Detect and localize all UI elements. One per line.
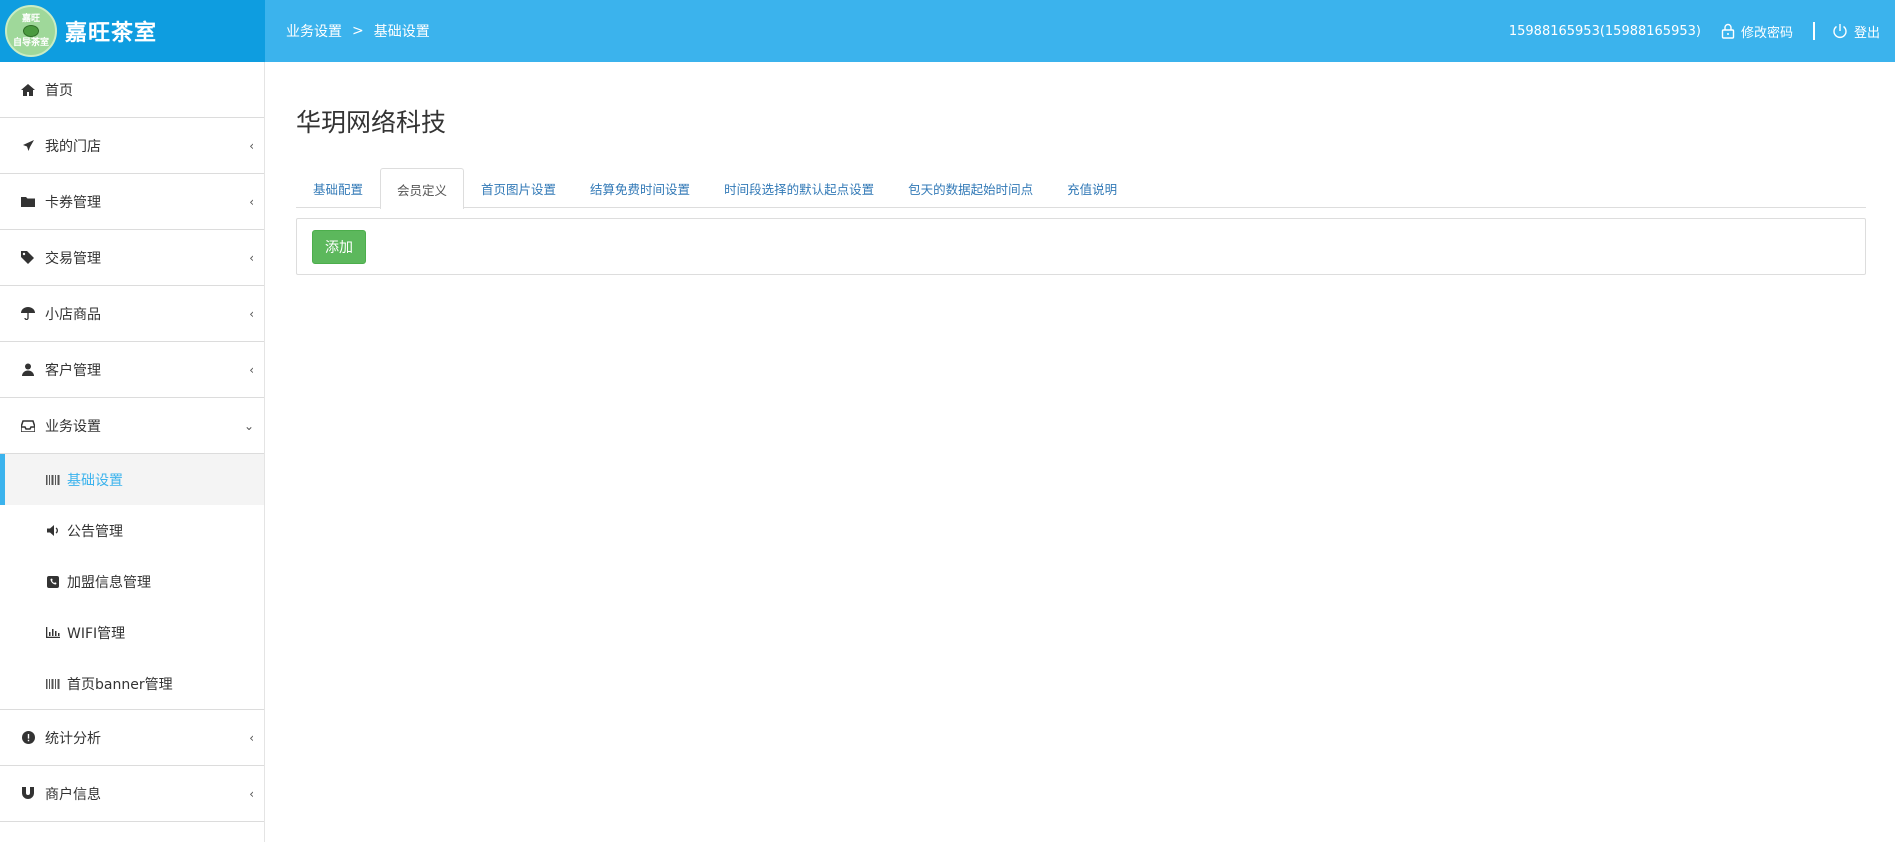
chevron-left-icon: ‹ xyxy=(249,138,254,153)
topbar-divider xyxy=(1812,22,1815,40)
sidebar-item-merchant-info[interactable]: 商户信息 ‹ xyxy=(0,766,264,822)
tab-daily-package-start[interactable]: 包天的数据起始时间点 xyxy=(891,168,1050,208)
sidebar-item-label: 小店商品 xyxy=(45,306,101,323)
plane-icon xyxy=(17,139,39,152)
logo-line-2: 自导茶室 xyxy=(12,38,49,48)
volume-icon xyxy=(45,525,61,536)
change-password-link[interactable]: 修改密码 xyxy=(1721,22,1793,41)
lock-icon xyxy=(1721,23,1735,39)
barcode-icon xyxy=(45,474,61,485)
tab-homepage-images[interactable]: 首页图片设置 xyxy=(464,168,573,208)
chevron-left-icon: ‹ xyxy=(249,362,254,377)
chevron-down-icon: ⌄ xyxy=(243,418,254,433)
folder-icon xyxy=(17,196,39,207)
sidebar-item-label: 业务设置 xyxy=(45,418,101,435)
sidebar-item-coupons[interactable]: 卡券管理 ‹ xyxy=(0,174,264,230)
logout-label: 登出 xyxy=(1853,25,1880,41)
sidebar-item-stores[interactable]: 我的门店 ‹ xyxy=(0,118,264,174)
chevron-left-icon: ‹ xyxy=(249,250,254,265)
sidebar-submenu: 基础设置 公告管理 加盟信息管理 WIFI管理 首页banner管理 xyxy=(0,454,264,710)
home-icon xyxy=(17,83,39,96)
sidebar-item-label: 首页 xyxy=(45,82,73,99)
header: 嘉旺 自导茶室 嘉旺茶室 业务设置 > 基础设置 15988165953(159… xyxy=(0,0,1895,62)
breadcrumb: 业务设置 > 基础设置 xyxy=(286,21,430,41)
logout-link[interactable]: 登出 xyxy=(1832,22,1880,41)
tab-recharge-info[interactable]: 充值说明 xyxy=(1050,168,1134,208)
logo-line-1: 嘉旺 xyxy=(21,14,40,24)
magnet-icon xyxy=(17,787,39,800)
exclamation-icon xyxy=(17,731,39,744)
sidebar-item-transactions[interactable]: 交易管理 ‹ xyxy=(0,230,264,286)
sidebar-item-home[interactable]: 首页 xyxy=(0,62,264,118)
add-button[interactable]: 添加 xyxy=(312,229,366,264)
sidebar-item-label: 商户信息 xyxy=(45,786,101,803)
sidebar-subitem-wifi[interactable]: WIFI管理 xyxy=(0,607,264,658)
brand-title: 嘉旺茶室 xyxy=(65,21,158,46)
tags-icon xyxy=(17,251,39,264)
inbox-icon xyxy=(17,419,39,432)
sidebar-subitem-label: 加盟信息管理 xyxy=(67,574,151,591)
sidebar-subitem-label: 基础设置 xyxy=(67,472,123,489)
main-content: 华玥网络科技 基础配置 会员定义 首页图片设置 结算免费时间设置 时间段选择的默… xyxy=(296,62,1866,275)
umbrella-icon xyxy=(17,307,39,320)
sidebar-item-customers[interactable]: 客户管理 ‹ xyxy=(0,342,264,398)
chevron-left-icon: ‹ xyxy=(249,306,254,321)
barcode-icon xyxy=(45,678,61,689)
tab-default-start-time[interactable]: 时间段选择的默认起点设置 xyxy=(707,168,891,208)
sidebar-subitem-announcements[interactable]: 公告管理 xyxy=(0,505,264,556)
breadcrumb-separator: > xyxy=(352,23,364,39)
sidebar-item-label: 统计分析 xyxy=(45,730,101,747)
tab-free-time-settlement[interactable]: 结算免费时间设置 xyxy=(573,168,707,208)
change-password-label: 修改密码 xyxy=(1740,25,1793,41)
breadcrumb-current: 基础设置 xyxy=(373,24,430,40)
user-account[interactable]: 15988165953(15988165953) xyxy=(1509,24,1701,39)
sidebar-subitem-basic-settings[interactable]: 基础设置 xyxy=(0,454,264,505)
sidebar-subitem-label: 公告管理 xyxy=(67,523,123,540)
page-title: 华玥网络科技 xyxy=(296,108,447,137)
tab-basic-config[interactable]: 基础配置 xyxy=(296,168,380,208)
sidebar-item-label: 我的门店 xyxy=(45,138,101,155)
chevron-left-icon: ‹ xyxy=(249,786,254,801)
user-icon xyxy=(17,363,39,376)
sidebar-item-shop-products[interactable]: 小店商品 ‹ xyxy=(0,286,264,342)
sidebar: 首页 我的门店 ‹ 卡券管理 ‹ 交易管理 ‹ 小店商品 ‹ 客户管理 ‹ 业务… xyxy=(0,62,265,842)
tab-member-definition[interactable]: 会员定义 xyxy=(380,168,465,209)
sidebar-item-label: 卡券管理 xyxy=(45,194,101,211)
sidebar-subitem-banner[interactable]: 首页banner管理 xyxy=(0,658,264,709)
topbar: 业务设置 > 基础设置 15988165953(15988165953) 修改密… xyxy=(265,0,1895,62)
power-icon xyxy=(1833,24,1847,38)
sidebar-subitem-label: WIFI管理 xyxy=(67,625,126,642)
tab-panel: 添加 xyxy=(296,218,1866,275)
turtle-icon xyxy=(23,25,39,37)
brand[interactable]: 嘉旺 自导茶室 嘉旺茶室 xyxy=(0,0,265,62)
tab-bar: 基础配置 会员定义 首页图片设置 结算免费时间设置 时间段选择的默认起点设置 包… xyxy=(296,168,1866,209)
sidebar-subitem-label: 首页banner管理 xyxy=(67,676,173,693)
sidebar-subitem-franchise[interactable]: 加盟信息管理 xyxy=(0,556,264,607)
bar-chart-icon xyxy=(45,627,61,638)
sidebar-item-business-settings[interactable]: 业务设置 ⌄ xyxy=(0,398,264,454)
chevron-left-icon: ‹ xyxy=(249,730,254,745)
sidebar-item-label: 客户管理 xyxy=(45,362,101,379)
logo: 嘉旺 自导茶室 xyxy=(5,5,57,57)
chevron-left-icon: ‹ xyxy=(249,194,254,209)
phone-icon xyxy=(45,575,61,588)
breadcrumb-parent[interactable]: 业务设置 xyxy=(286,21,342,41)
top-right: 15988165953(15988165953) 修改密码 登出 xyxy=(1509,22,1880,41)
sidebar-item-label: 交易管理 xyxy=(45,250,101,267)
sidebar-item-statistics[interactable]: 统计分析 ‹ xyxy=(0,710,264,766)
